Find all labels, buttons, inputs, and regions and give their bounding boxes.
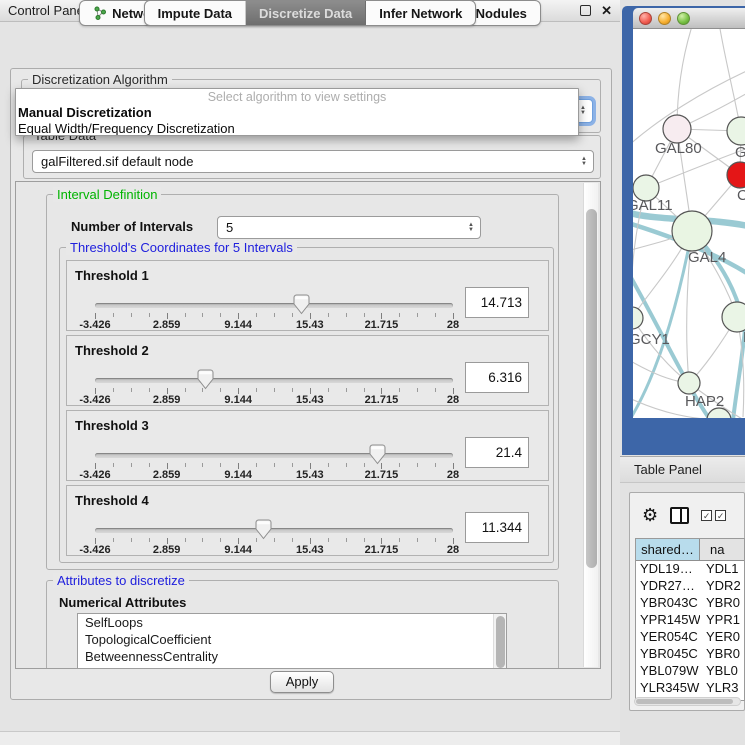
table-row[interactable]: YPR145WYPR1 [636,612,744,629]
close-traffic-light-icon[interactable] [639,12,652,25]
table-toolbar: ⚙ ✓ ✓ [630,493,744,537]
bottom-tab-bar: Impute Data Discretize Data Infer Network [0,0,620,26]
horizontal-scrollbar[interactable] [634,697,741,706]
threshold-row: Threshold 4 -3.4262.8599.14415.4321.7152… [66,485,549,556]
svg-text:GAL80: GAL80 [655,140,702,157]
threshold-slider-track[interactable] [95,453,453,458]
algorithm-option[interactable]: Equal Width/Frequency Discretization [16,121,578,137]
node-table: shared… na YDL19…YDL1YDR27…YDR2YBR043CYB… [635,538,745,701]
bottom-strip [0,731,620,745]
table-row[interactable]: YER054CYER0 [636,629,744,646]
split-columns-icon[interactable] [670,507,689,524]
threshold-slider-thumb[interactable] [255,519,272,540]
number-of-intervals-value: 5 [226,220,233,235]
svg-text:GCY1: GCY1 [633,331,670,348]
cyni-toolbox-panel: Discretization Algorithm ▲▼ Select algor… [10,68,612,700]
algorithm-dropdown-popup: Select algorithm to view settings Manual… [15,88,579,136]
combo-stepper-icon: ▲▼ [468,223,480,233]
thresholds-group-label: Threshold's Coordinates for 5 Intervals [66,240,297,255]
thresholds-groupbox: Threshold's Coordinates for 5 Intervals … [59,247,554,563]
network-node-C[interactable]: C [727,162,745,204]
svg-text:C: C [737,187,745,204]
gear-icon[interactable]: ⚙ [642,506,658,524]
numerical-attributes-label: Numerical Attributes [59,595,186,610]
algorithm-group-label: Discretization Algorithm [28,72,172,87]
threshold-slider-thumb[interactable] [197,369,214,390]
threshold-label: Threshold 1 [75,268,149,283]
combo-stepper-icon: ▲▼ [580,106,592,116]
threshold-slider-thumb[interactable] [369,444,386,465]
column-header-shared-name[interactable]: shared… [636,539,700,560]
threshold-slider-thumb[interactable] [293,294,310,315]
attribute-item[interactable]: BetweennessCentrality [78,648,506,665]
network-window-titlebar[interactable] [633,8,745,29]
threshold-value-field[interactable]: 21.4 [465,437,529,468]
table-row[interactable]: YLR345WYLR3 [636,680,744,697]
attribute-item[interactable]: SelfLoops [78,614,506,631]
right-column: GAL80 GA C GAL11 GAL4 GCY1 H HAP2 Table Panel ⚙… [620,0,745,745]
threshold-row: Threshold 1 -3.4262.8599.14415.4321.7152… [66,260,549,331]
interval-definition-groupbox: Interval Definition Number of Intervals … [46,194,559,570]
vertical-scrollbar[interactable] [583,183,598,667]
column-header-name[interactable]: na [700,539,744,560]
network-node-H[interactable]: H [722,302,745,346]
checkbox-icon[interactable]: ✓ [701,510,712,521]
table-data-groupbox: Table Data galFiltered.sif default node … [23,135,601,179]
tab-infer-network[interactable]: Infer Network [366,1,475,25]
column-checkboxes: ✓ ✓ [701,510,726,521]
numerical-attributes-list[interactable]: SelfLoopsTopologicalCoefficientBetweenne… [77,613,507,669]
threshold-row: Threshold 3 -3.4262.8599.14415.4321.7152… [66,410,549,481]
network-view-window: GAL80 GA C GAL11 GAL4 GCY1 H HAP2 [622,6,745,455]
table-row[interactable]: YBL079WYBL0 [636,663,744,680]
threshold-slider-track[interactable] [95,528,453,533]
attributes-groupbox: Attributes to discretize Numerical Attri… [46,580,559,669]
table-header-row: shared… na [636,539,744,561]
table-data-value: galFiltered.sif default node [41,154,193,169]
table-panel-titlebar: Table Panel [620,456,745,483]
threshold-label: Threshold 3 [75,418,149,433]
number-of-intervals-label: Number of Intervals [71,219,193,234]
zoom-traffic-light-icon[interactable] [677,12,690,25]
threshold-row: Threshold 2 -3.4262.8599.14415.4321.7152… [66,335,549,406]
tab-discretize-data[interactable]: Discretize Data [246,1,366,25]
combo-stepper-icon: ▲▼ [581,157,593,167]
attributes-group-label: Attributes to discretize [53,573,189,588]
table-row[interactable]: YBR045CYBR0 [636,646,744,663]
algorithm-option[interactable]: Manual Discretization [16,105,578,121]
threshold-value-field[interactable]: 14.713 [465,287,529,318]
list-scrollbar[interactable] [493,614,506,669]
table-panel-title: Table Panel [634,462,702,477]
svg-text:GAL11: GAL11 [633,197,673,214]
threshold-slider-track[interactable] [95,303,453,308]
checkbox-icon[interactable]: ✓ [715,510,726,521]
settings-scroll-panel: Interval Definition Number of Intervals … [15,181,601,669]
table-row[interactable]: YBR043CYBR0 [636,595,744,612]
network-node-HAP2[interactable]: HAP2 [678,372,724,410]
table-row[interactable]: YDR27…YDR2 [636,578,744,595]
tab-impute-data[interactable]: Impute Data [145,1,246,25]
threshold-slider-track[interactable] [95,378,453,383]
threshold-value-field[interactable]: 6.316 [465,362,529,393]
network-node-GAL11[interactable]: GAL11 [633,175,673,214]
dropdown-placeholder: Select algorithm to view settings [16,89,578,105]
attribute-item[interactable]: TopologicalCoefficient [78,631,506,648]
interval-definition-label: Interval Definition [53,187,161,202]
network-canvas[interactable]: GAL80 GA C GAL11 GAL4 GCY1 H HAP2 [633,29,745,418]
minimize-traffic-light-icon[interactable] [658,12,671,25]
tab-label: Discretize Data [259,6,352,21]
tab-label: Impute Data [158,6,232,21]
number-of-intervals-combobox[interactable]: 5 ▲▼ [217,216,481,239]
table-row[interactable]: YDL19…YDL1 [636,561,744,578]
svg-text:GA: GA [735,144,745,161]
apply-button[interactable]: Apply [270,671,334,693]
table-panel: ⚙ ✓ ✓ shared… na YDL19…YDL1YDR27…YDR2YBR… [629,492,745,711]
network-graph: GAL80 GA C GAL11 GAL4 GCY1 H HAP2 [633,29,745,418]
svg-text:GAL4: GAL4 [688,249,726,266]
threshold-value-field[interactable]: 11.344 [465,512,529,543]
threshold-label: Threshold 4 [75,493,149,508]
tab-label: Infer Network [379,6,462,21]
threshold-label: Threshold 2 [75,343,149,358]
table-data-combobox[interactable]: galFiltered.sif default node ▲▼ [32,150,594,173]
